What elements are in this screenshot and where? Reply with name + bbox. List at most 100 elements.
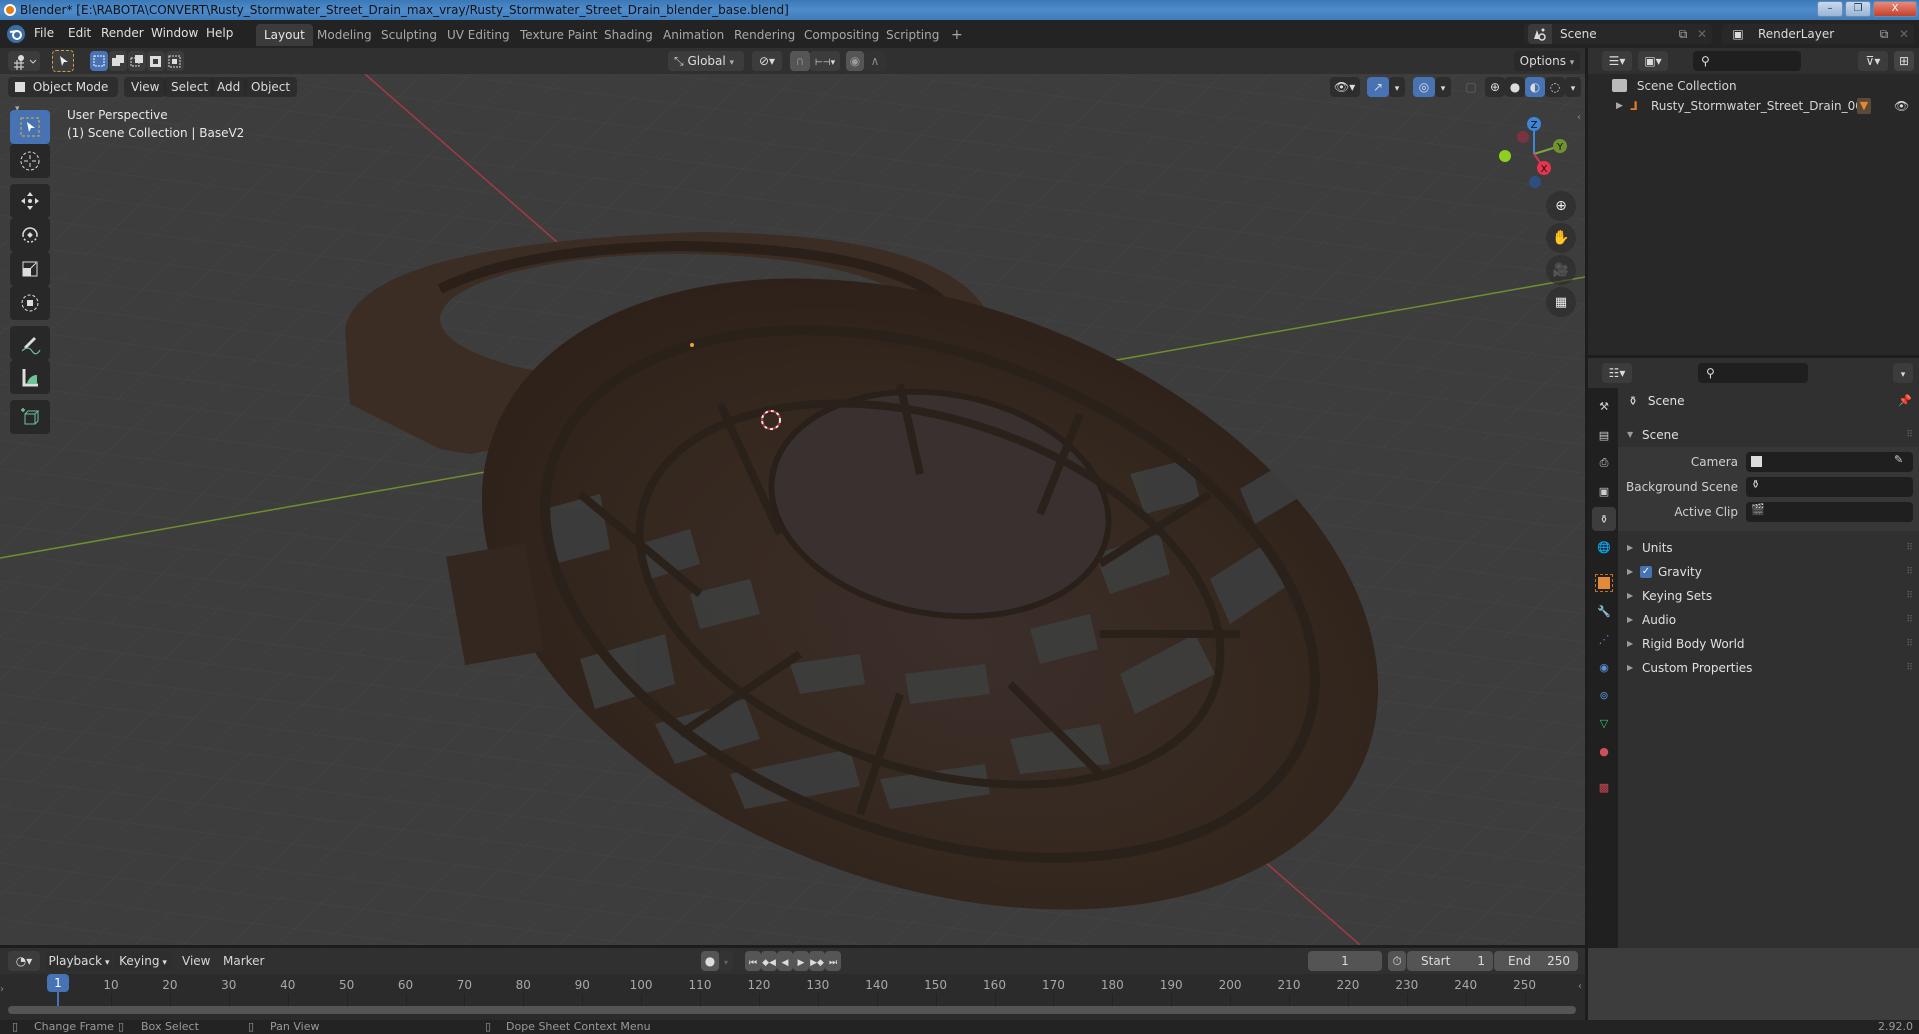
ortho-toggle-button[interactable]: ▦ xyxy=(1546,287,1576,317)
maximize-button[interactable]: ❐ xyxy=(1845,1,1871,17)
overlays-toggle[interactable]: ◎ xyxy=(1413,77,1435,97)
tab-compositing[interactable]: Compositing xyxy=(796,24,887,46)
tool-scale[interactable] xyxy=(10,252,50,286)
tab-object[interactable] xyxy=(1592,571,1616,595)
tab-world[interactable]: 🌐 xyxy=(1592,535,1616,559)
eyedropper-icon[interactable]: ✎ xyxy=(1894,453,1903,466)
tab-data[interactable]: ▽ xyxy=(1592,711,1616,735)
active-clip-field[interactable]: 🎬 xyxy=(1746,502,1913,522)
snap-toggle[interactable]: ∩ xyxy=(790,51,810,71)
modifier-filter-icon[interactable]: ▼ xyxy=(1857,98,1871,114)
tab-modeling[interactable]: Modeling xyxy=(309,24,380,46)
camera-field[interactable]: ✎ xyxy=(1746,452,1913,472)
properties-search-input[interactable]: ⚲ xyxy=(1698,363,1808,383)
panel-audio[interactable]: ▶ Audio ⠿ xyxy=(1618,608,1919,632)
menu-help[interactable]: Help xyxy=(206,26,233,40)
options-dropdown[interactable]: Options ▾ xyxy=(1514,51,1580,71)
menu-file[interactable]: File xyxy=(34,26,54,40)
tab-layout[interactable]: Layout xyxy=(256,24,313,46)
menu-add[interactable]: Add xyxy=(210,77,248,97)
close-button[interactable]: X xyxy=(1873,1,1917,17)
tool-annotate[interactable] xyxy=(10,326,50,360)
tab-view-layer[interactable]: ▣ xyxy=(1592,479,1616,503)
transform-orientation-dropdown[interactable]: ⤡ Global ▾ xyxy=(668,51,744,71)
select-mode-new[interactable] xyxy=(90,51,108,71)
editor-type-button[interactable]: ☷▾ xyxy=(1602,363,1632,383)
tool-measure[interactable] xyxy=(10,360,50,394)
outliner-row-scene-collection[interactable]: Scene Collection xyxy=(1612,76,1737,96)
new-collection-button[interactable]: ⊞ xyxy=(1894,51,1914,71)
duplicate-layer-icon[interactable]: ⧉ xyxy=(1875,24,1893,44)
menu-render[interactable]: Render xyxy=(101,26,144,40)
tab-particles[interactable]: ⋰ xyxy=(1592,627,1616,651)
gizmo-neg-y[interactable] xyxy=(1499,150,1511,162)
background-scene-field[interactable]: ⚱ xyxy=(1746,477,1913,497)
tab-scene[interactable]: ⚱ xyxy=(1592,507,1616,531)
panel-scene[interactable]: ▼ Scene ⠿ xyxy=(1618,423,1919,447)
shading-rendered[interactable]: ◌ xyxy=(1545,77,1565,97)
outliner-row-object[interactable]: ▶ ⅃ Rusty_Stormwater_Street_Drain_001 ▼ … xyxy=(1588,96,1919,116)
drag-grip-icon[interactable]: ⠿ xyxy=(1906,584,1913,608)
gizmo-dropdown[interactable]: ▾ xyxy=(1389,77,1405,97)
eye-visibility-icon[interactable]: 👁 xyxy=(1894,96,1909,116)
pivot-point-dropdown[interactable]: ⊘▾ xyxy=(752,51,782,71)
panel-rigid-body-world[interactable]: ▶ Rigid Body World ⠿ xyxy=(1618,632,1919,656)
select-tool-button[interactable] xyxy=(52,50,74,72)
view-layer-filter-dropdown[interactable]: ▣▾ xyxy=(1638,51,1668,71)
menu-window[interactable]: Window xyxy=(151,26,198,40)
timeline-sidebar-toggle[interactable]: › xyxy=(0,984,4,995)
tool-transform[interactable] xyxy=(10,286,50,320)
tab-tool[interactable]: ⚒ xyxy=(1592,394,1616,418)
display-mode-dropdown[interactable]: ☰▾ xyxy=(1602,51,1632,71)
panel-custom-properties[interactable]: ▶ Custom Properties ⠿ xyxy=(1618,656,1919,680)
shading-material[interactable]: ◐ xyxy=(1525,77,1545,97)
timeline-scrollbar[interactable] xyxy=(8,1006,1576,1014)
tab-constraints[interactable]: ⊚ xyxy=(1592,683,1616,707)
tab-output[interactable]: ⎙ xyxy=(1592,451,1616,475)
tab-scripting[interactable]: Scripting xyxy=(878,24,947,46)
navigation-gizmo[interactable]: Z Y X xyxy=(1490,110,1580,190)
minimize-button[interactable]: – xyxy=(1817,1,1843,17)
snap-target-dropdown[interactable]: ⊢⊣▾ xyxy=(810,51,840,71)
blender-logo-icon[interactable] xyxy=(7,25,25,43)
sidebar-expand-arrow[interactable]: ‹ xyxy=(1577,112,1581,123)
tab-texture-paint[interactable]: Texture Paint xyxy=(512,24,605,46)
delete-layer-icon[interactable]: ✕ xyxy=(1896,24,1912,44)
tab-rendering[interactable]: Rendering xyxy=(726,24,803,46)
shading-dropdown[interactable]: ▾ xyxy=(1565,77,1581,97)
drag-grip-icon[interactable]: ⠿ xyxy=(1906,560,1913,584)
tab-texture[interactable]: ▩ xyxy=(1592,775,1616,799)
tab-physics[interactable]: ◉ xyxy=(1592,655,1616,679)
shading-wireframe[interactable]: ⊕ xyxy=(1485,77,1505,97)
drag-grip-icon[interactable]: ⠿ xyxy=(1906,656,1913,680)
tab-sculpting[interactable]: Sculpting xyxy=(373,24,445,46)
tool-select-box[interactable] xyxy=(10,110,50,144)
select-mode-invert[interactable] xyxy=(147,51,165,71)
tab-uv-editing[interactable]: UV Editing xyxy=(439,24,518,46)
expand-triangle-icon[interactable]: ▶ xyxy=(1616,96,1623,116)
tab-modifiers[interactable]: 🔧 xyxy=(1592,599,1616,623)
panel-units[interactable]: ▶ Units ⠿ xyxy=(1618,536,1919,560)
select-mode-intersect[interactable] xyxy=(166,51,184,71)
tab-material[interactable]: ● xyxy=(1592,739,1616,763)
timeline-region-toggle[interactable]: ‹ xyxy=(1578,981,1582,992)
drag-grip-icon[interactable]: ⠿ xyxy=(1906,536,1913,560)
overlays-dropdown[interactable]: ▾ xyxy=(1435,77,1451,97)
pan-view-button[interactable]: ✋ xyxy=(1546,223,1576,253)
mode-dropdown[interactable]: Object Mode ▾ xyxy=(8,77,118,114)
tool-cursor[interactable] xyxy=(10,144,50,178)
drag-grip-icon[interactable]: ⠿ xyxy=(1906,608,1913,632)
camera-view-button[interactable]: 🎥 xyxy=(1546,255,1576,285)
shading-solid[interactable]: ● xyxy=(1505,77,1525,97)
duplicate-scene-icon[interactable]: ⧉ xyxy=(1674,24,1692,44)
3d-viewport[interactable]: Object Mode ▾ View Select Add Object 👁▾ … xyxy=(0,74,1585,945)
menu-object[interactable]: Object xyxy=(244,77,298,97)
falloff-dropdown[interactable]: ∧ xyxy=(864,51,886,71)
drag-grip-icon[interactable]: ⠿ xyxy=(1906,632,1913,656)
scene-selector[interactable]: Scene ⧉ ✕ xyxy=(1524,24,1712,44)
select-mode-subtract[interactable] xyxy=(128,51,146,71)
drag-grip-icon[interactable]: ⠿ xyxy=(1906,423,1913,447)
gizmo-toggle[interactable]: ↗ xyxy=(1367,77,1389,97)
pin-icon[interactable]: 📌 xyxy=(1898,394,1912,407)
select-mode-extend[interactable] xyxy=(109,51,127,71)
